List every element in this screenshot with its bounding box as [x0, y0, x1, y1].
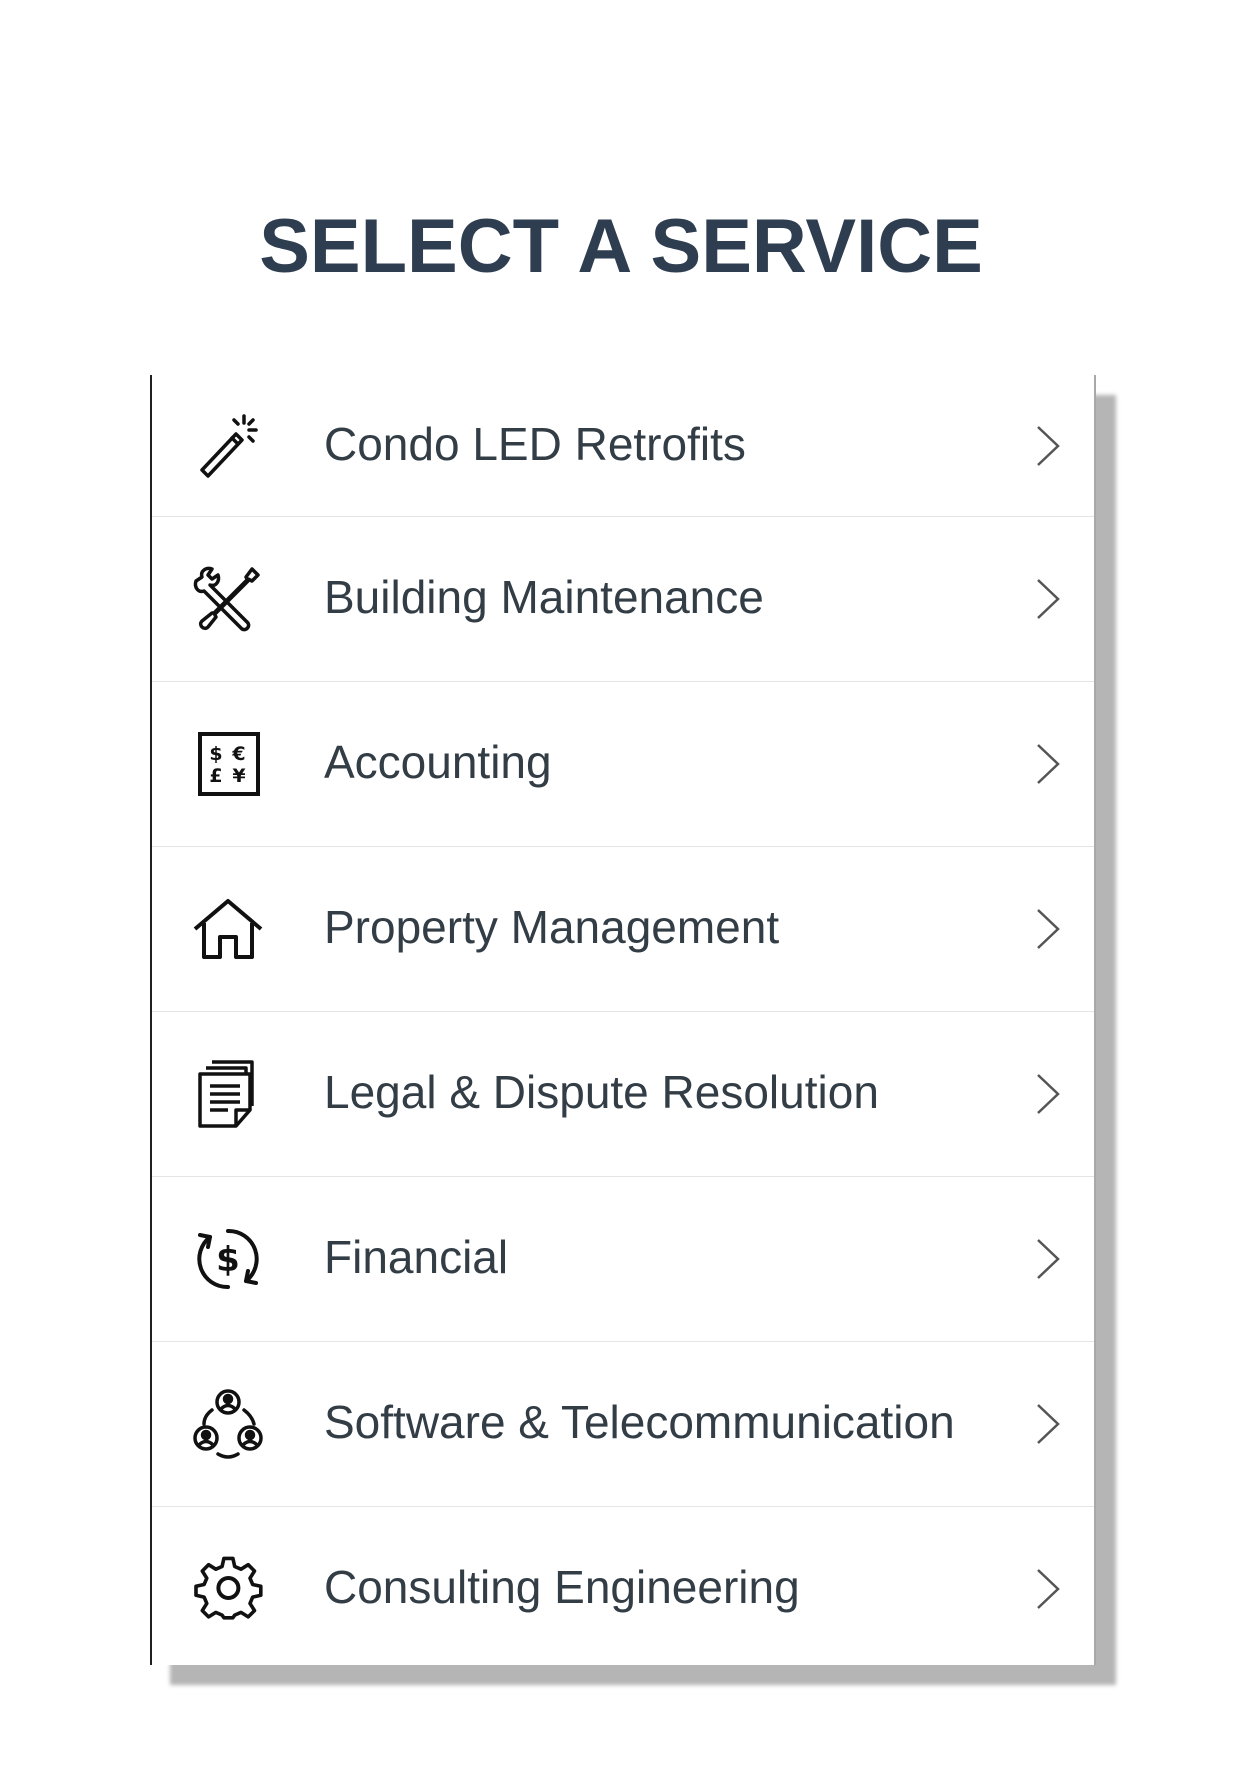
service-label: Property Management [324, 900, 780, 953]
service-item-consulting-engineering[interactable]: Consulting Engineering [152, 1507, 1094, 1670]
service-item-legal-dispute-resolution[interactable]: Legal & Dispute Resolution [152, 1012, 1094, 1177]
chevron-right-icon [1034, 742, 1062, 786]
service-label: Building Maintenance [324, 570, 764, 623]
documents-icon [192, 1058, 264, 1130]
service-label: Financial [324, 1230, 509, 1283]
service-item-financial[interactable]: $ Financial [152, 1177, 1094, 1342]
currency-icon: $ € £ ¥ [192, 728, 264, 800]
service-item-building-maintenance[interactable]: Building Maintenance [152, 517, 1094, 682]
service-item-property-management[interactable]: Property Management [152, 847, 1094, 1012]
service-item-condo-led-retrofits[interactable]: Condo LED Retrofits [152, 375, 1094, 517]
svg-text:€: € [231, 743, 245, 765]
chevron-right-icon [1034, 577, 1062, 621]
chevron-right-icon [1034, 1402, 1062, 1446]
svg-text:¥: ¥ [232, 765, 245, 787]
service-label: Software & Telecommunication [324, 1395, 955, 1448]
chevron-right-icon [1034, 907, 1062, 951]
service-item-accounting[interactable]: $ € £ ¥ Accounting [152, 682, 1094, 847]
chevron-right-icon [1034, 1237, 1062, 1281]
chevron-right-icon [1034, 424, 1062, 468]
gear-icon [192, 1553, 264, 1625]
service-label: Accounting [324, 735, 552, 788]
svg-text:$: $ [209, 743, 222, 765]
network-people-icon [192, 1388, 264, 1460]
chevron-right-icon [1034, 1567, 1062, 1611]
page-title: SELECT A SERVICE [259, 204, 983, 289]
chevron-right-icon [1034, 1072, 1062, 1116]
dollar-cycle-icon: $ [192, 1223, 264, 1295]
tools-icon [192, 563, 264, 635]
svg-text:£: £ [209, 765, 222, 787]
svg-text:$: $ [216, 1240, 240, 1280]
service-label: Condo LED Retrofits [324, 417, 746, 470]
house-icon [192, 893, 264, 965]
service-list: Condo LED Retrofits Building Maintenance… [150, 375, 1096, 1665]
magic-wand-icon [192, 410, 264, 482]
service-label: Legal & Dispute Resolution [324, 1065, 879, 1118]
service-label: Consulting Engineering [324, 1560, 800, 1613]
service-item-software-telecommunication[interactable]: Software & Telecommunication [152, 1342, 1094, 1507]
